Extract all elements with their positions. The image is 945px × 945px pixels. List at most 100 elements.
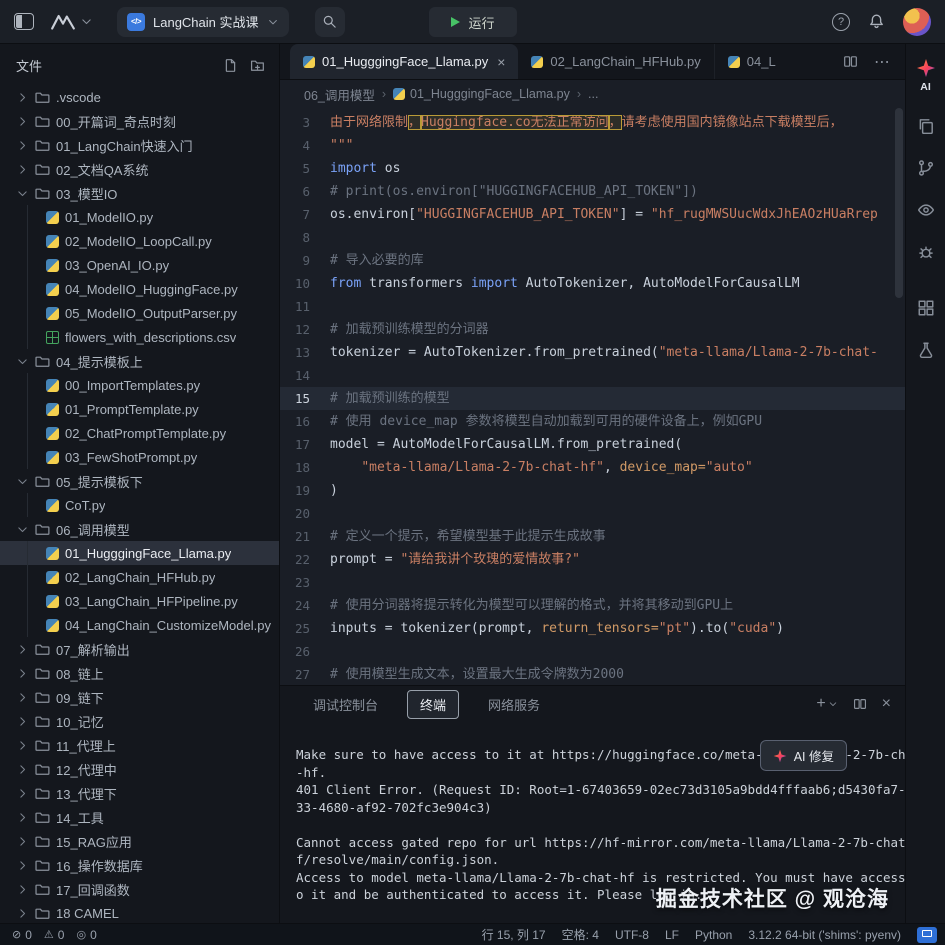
- ai-assistant-button[interactable]: AI: [916, 58, 936, 93]
- code-line[interactable]: 22prompt = "请给我讲个玫瑰的爱情故事?": [280, 548, 905, 571]
- editor-tab[interactable]: 04_L: [715, 44, 787, 79]
- tree-item[interactable]: 02_ChatPromptTemplate.py: [0, 421, 279, 445]
- sidebar-toggle-icon[interactable]: [14, 13, 34, 30]
- tree-item[interactable]: 03_LangChain_HFPipeline.py: [0, 589, 279, 613]
- tree-item[interactable]: 11_代理上: [0, 733, 279, 757]
- remote-icon[interactable]: [917, 927, 937, 943]
- new-terminal-button[interactable]: +: [816, 695, 837, 713]
- tree-item[interactable]: 03_模型IO: [0, 181, 279, 205]
- problems-info[interactable]: ◎ 0: [76, 928, 96, 942]
- tree-item[interactable]: 02_ModelIO_LoopCall.py: [0, 229, 279, 253]
- code-line[interactable]: 15# 加载预训练的模型: [280, 387, 905, 410]
- tree-item[interactable]: 05_提示模板下: [0, 469, 279, 493]
- code-line[interactable]: 25inputs = tokenizer(prompt, return_tens…: [280, 617, 905, 640]
- tree-item[interactable]: 01_LangChain快速入门: [0, 133, 279, 157]
- editor-scrollbar[interactable]: [895, 108, 903, 298]
- tree-item[interactable]: 17_回调函数: [0, 877, 279, 901]
- tree-item[interactable]: 00_ImportTemplates.py: [0, 373, 279, 397]
- panel-tab[interactable]: 终端: [407, 690, 459, 719]
- tree-item[interactable]: 18 CAMEL: [0, 901, 279, 923]
- tree-item[interactable]: 04_LangChain_CustomizeModel.py: [0, 613, 279, 637]
- code-line[interactable]: 16# 使用 device_map 参数将模型自动加载到可用的硬件设备上，例如G…: [280, 410, 905, 433]
- run-button[interactable]: 运行: [428, 7, 516, 37]
- bug-icon[interactable]: [917, 243, 935, 261]
- problems-errors[interactable]: ⊘ 0: [12, 928, 32, 942]
- editor-tab[interactable]: 01_HugggingFace_Llama.py×: [290, 44, 518, 79]
- git-branch-icon[interactable]: [917, 159, 935, 177]
- tree-item[interactable]: 07_解析输出: [0, 637, 279, 661]
- eol[interactable]: LF: [665, 928, 679, 942]
- code-line[interactable]: 13tokenizer = AutoTokenizer.from_pretrai…: [280, 341, 905, 364]
- tree-item[interactable]: 03_OpenAI_IO.py: [0, 253, 279, 277]
- tree-item[interactable]: .vscode: [0, 85, 279, 109]
- new-folder-icon[interactable]: [250, 58, 265, 73]
- close-icon[interactable]: ×: [497, 54, 505, 70]
- tree-item[interactable]: 08_链上: [0, 661, 279, 685]
- help-icon[interactable]: ?: [832, 13, 850, 31]
- code-line[interactable]: 9# 导入必要的库: [280, 249, 905, 272]
- tree-item[interactable]: 15_RAG应用: [0, 829, 279, 853]
- tree-item[interactable]: 00_开篇词_奇点时刻: [0, 109, 279, 133]
- copy-file-icon[interactable]: [917, 117, 935, 135]
- eye-icon[interactable]: [917, 201, 935, 219]
- code-line[interactable]: 8: [280, 226, 905, 249]
- test-flask-icon[interactable]: [917, 341, 935, 359]
- code-line[interactable]: 23: [280, 571, 905, 594]
- code-line[interactable]: 6# print(os.environ["HUGGINGFACEHUB_API_…: [280, 180, 905, 203]
- code-line[interactable]: 7os.environ["HUGGINGFACEHUB_API_TOKEN"] …: [280, 203, 905, 226]
- language-mode[interactable]: Python: [695, 928, 732, 942]
- more-actions-icon[interactable]: ⋯: [874, 52, 891, 72]
- code-line[interactable]: 24# 使用分词器将提示转化为模型可以理解的格式，并将其移动到GPU上: [280, 594, 905, 617]
- bell-icon[interactable]: [868, 13, 885, 30]
- search-button[interactable]: [315, 7, 345, 37]
- project-selector[interactable]: </> LangChain 实战课: [117, 7, 289, 37]
- editor-tab[interactable]: 02_LangChain_HFHub.py: [518, 44, 714, 79]
- code-line[interactable]: 21# 定义一个提示，希望模型基于此提示生成故事: [280, 525, 905, 548]
- code-line[interactable]: 4""": [280, 134, 905, 157]
- indentation[interactable]: 空格: 4: [562, 926, 599, 943]
- split-terminal-icon[interactable]: [853, 697, 867, 711]
- chevron-down-icon[interactable]: [80, 15, 93, 28]
- close-panel-icon[interactable]: ×: [882, 695, 891, 713]
- tree-item[interactable]: 01_HugggingFace_Llama.py: [0, 541, 279, 565]
- tree-item[interactable]: 02_文档QA系统: [0, 157, 279, 181]
- tree-item[interactable]: 04_提示模板上: [0, 349, 279, 373]
- code-line[interactable]: 5import os: [280, 157, 905, 180]
- breadcrumb-item[interactable]: 06_调用模型: [304, 85, 375, 104]
- tree-item[interactable]: 01_ModelIO.py: [0, 205, 279, 229]
- tree-item[interactable]: 01_PromptTemplate.py: [0, 397, 279, 421]
- breadcrumb-item[interactable]: 01_HugggingFace_Llama.py: [393, 87, 570, 101]
- tree-item[interactable]: flowers_with_descriptions.csv: [0, 325, 279, 349]
- user-avatar[interactable]: [903, 8, 931, 36]
- ai-fix-button[interactable]: AI 修复: [760, 740, 847, 771]
- code-line[interactable]: 19): [280, 479, 905, 502]
- code-line[interactable]: 3由于网络限制，Huggingface.co无法正常访问，请考虑使用国内镜像站点…: [280, 111, 905, 134]
- tree-item[interactable]: 13_代理下: [0, 781, 279, 805]
- python-interpreter[interactable]: 3.12.2 64-bit ('shims': pyenv): [748, 928, 901, 942]
- breadcrumb-item[interactable]: ...: [588, 87, 598, 101]
- code-editor[interactable]: 3由于网络限制，Huggingface.co无法正常访问，请考虑使用国内镜像站点…: [280, 108, 905, 685]
- code-line[interactable]: 17model = AutoModelForCausalLM.from_pret…: [280, 433, 905, 456]
- tree-item[interactable]: 06_调用模型: [0, 517, 279, 541]
- code-line[interactable]: 27# 使用模型生成文本，设置最大生成令牌数为2000: [280, 663, 905, 685]
- tree-item[interactable]: 16_操作数据库: [0, 853, 279, 877]
- tree-item[interactable]: 12_代理中: [0, 757, 279, 781]
- extensions-icon[interactable]: [917, 299, 935, 317]
- tree-item[interactable]: CoT.py: [0, 493, 279, 517]
- cursor-position[interactable]: 行 15, 列 17: [482, 926, 546, 943]
- code-line[interactable]: 20: [280, 502, 905, 525]
- panel-tab[interactable]: 网络服务: [475, 690, 553, 719]
- tree-item[interactable]: 05_ModelIO_OutputParser.py: [0, 301, 279, 325]
- tree-item[interactable]: 02_LangChain_HFHub.py: [0, 565, 279, 589]
- code-line[interactable]: 12# 加载预训练模型的分词器: [280, 318, 905, 341]
- encoding[interactable]: UTF-8: [615, 928, 649, 942]
- panel-tab[interactable]: 调试控制台: [300, 690, 391, 719]
- code-line[interactable]: 10from transformers import AutoTokenizer…: [280, 272, 905, 295]
- new-file-icon[interactable]: [223, 58, 238, 73]
- code-line[interactable]: 18 "meta-llama/Llama-2-7b-chat-hf", devi…: [280, 456, 905, 479]
- tree-item[interactable]: 14_工具: [0, 805, 279, 829]
- tree-item[interactable]: 09_链下: [0, 685, 279, 709]
- tree-item[interactable]: 04_ModelIO_HuggingFace.py: [0, 277, 279, 301]
- code-line[interactable]: 26: [280, 640, 905, 663]
- problems-warnings[interactable]: ⚠ 0: [44, 928, 65, 942]
